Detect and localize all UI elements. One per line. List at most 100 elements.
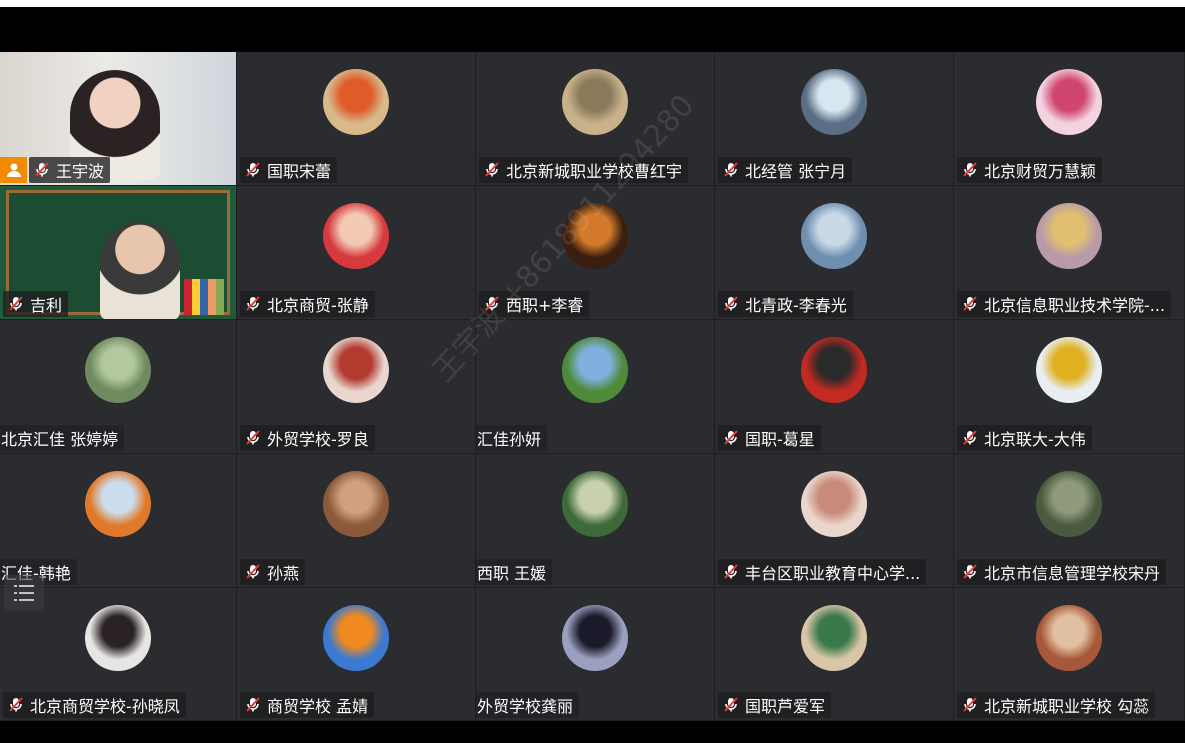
participant-name-label: 北京商贸-张静 <box>240 291 375 317</box>
participant-name-label: 国职-葛星 <box>718 425 821 451</box>
participant-tile[interactable]: 北京财贸万慧颖 <box>954 52 1185 186</box>
participant-tile[interactable]: 商贸学校 孟婧 <box>237 588 476 721</box>
participant-avatar <box>1036 605 1102 671</box>
participant-tile[interactable]: 王宇波 <box>0 52 237 186</box>
participant-avatar <box>323 471 389 537</box>
participant-name-label: 北京新城职业学校曹红宇 <box>479 157 689 183</box>
mic-muted-icon <box>485 296 499 311</box>
participant-avatar <box>323 337 389 403</box>
participant-name: 北京新城职业学校 勾蕊 <box>984 697 1150 716</box>
mic-muted-icon <box>246 697 260 712</box>
host-badge <box>0 157 27 183</box>
participant-avatar <box>323 203 389 269</box>
participant-tile[interactable]: 北京商贸-张静 <box>237 186 476 320</box>
participant-tile[interactable]: 西职 王媛 <box>476 454 715 588</box>
participant-name: 北京市信息管理学校宋丹 <box>984 564 1161 583</box>
participant-list-menu-button[interactable] <box>4 575 44 611</box>
participant-name-label: 国职芦爱军 <box>718 692 832 718</box>
participant-avatar <box>323 605 389 671</box>
participant-tile[interactable]: 外贸学校龚丽 <box>476 588 715 721</box>
participant-avatar <box>85 337 151 403</box>
participant-tile[interactable]: 丰台区职业教育中心学... <box>715 454 954 588</box>
participant-tile[interactable]: 北京汇佳 张婷婷 <box>0 320 237 454</box>
participant-name-label: 北经管 张宁月 <box>718 157 853 183</box>
participant-tile[interactable]: 汇佳孙妍 <box>476 320 715 454</box>
participant-name: 汇佳孙妍 <box>477 430 542 449</box>
participant-name-label: 北京商贸学校-孙晓凤 <box>3 692 186 718</box>
participant-avatar <box>562 605 628 671</box>
video-person <box>100 222 180 319</box>
participant-name: 西职 王媛 <box>477 564 547 583</box>
participant-name-label: 商贸学校 孟婧 <box>240 692 375 718</box>
mic-muted-icon <box>963 296 977 311</box>
participant-name-label: 孙燕 <box>240 559 306 585</box>
participant-avatar <box>801 203 867 269</box>
participant-tile[interactable]: 外贸学校-罗良 <box>237 320 476 454</box>
participant-tile[interactable]: 国职芦爱军 <box>715 588 954 721</box>
participant-name: 吉利 <box>30 296 63 315</box>
participant-tile[interactable]: 汇佳-韩艳 <box>0 454 237 588</box>
participant-tile[interactable]: 西职+李睿 <box>476 186 715 320</box>
participant-name: 孙燕 <box>267 564 300 583</box>
participant-tile[interactable]: 北京新城职业学校 勾蕊 <box>954 588 1185 721</box>
participant-tile[interactable]: 北青政-李春光 <box>715 186 954 320</box>
mic-muted-icon <box>963 564 977 579</box>
participant-avatar <box>801 69 867 135</box>
participant-name-label: 北京新城职业学校 勾蕊 <box>957 692 1156 718</box>
participant-tile[interactable]: 国职宋蕾 <box>237 52 476 186</box>
participant-name-label: 外贸学校-罗良 <box>240 425 375 451</box>
mic-muted-icon <box>485 162 499 177</box>
participant-name-label: 北青政-李春光 <box>718 291 853 317</box>
mic-muted-icon <box>246 162 260 177</box>
participant-name: 北京新城职业学校曹红宇 <box>506 162 683 181</box>
mic-muted-icon <box>963 697 977 712</box>
participant-name: 国职芦爱军 <box>745 697 826 716</box>
participant-name-label: 外贸学校龚丽 <box>476 692 580 718</box>
participant-tile[interactable]: 国职-葛星 <box>715 320 954 454</box>
participant-name: 北京信息职业技术学院-... <box>984 296 1166 315</box>
participant-name: 王宇波 <box>56 162 105 181</box>
participant-name: 北京商贸学校-孙晓凤 <box>30 697 180 716</box>
mic-muted-icon <box>724 564 738 579</box>
participant-name: 丰台区职业教育中心学... <box>745 564 921 583</box>
participant-tile[interactable]: 北京信息职业技术学院-... <box>954 186 1185 320</box>
mic-muted-icon <box>9 697 23 712</box>
mic-muted-icon <box>246 564 260 579</box>
list-icon <box>14 585 34 601</box>
participant-avatar <box>1036 471 1102 537</box>
participant-name: 外贸学校-罗良 <box>267 430 369 449</box>
participant-avatar <box>562 337 628 403</box>
mic-muted-icon <box>963 430 977 445</box>
participant-tile[interactable]: 北经管 张宁月 <box>715 52 954 186</box>
participant-name-label: 西职+李睿 <box>479 291 590 317</box>
participant-avatar <box>1036 337 1102 403</box>
participant-name: 北京汇佳 张婷婷 <box>1 430 119 449</box>
participant-avatar <box>801 471 867 537</box>
participant-name-label: 北京财贸万慧颖 <box>957 157 1103 183</box>
participant-tile[interactable]: 吉利 <box>0 186 237 320</box>
participant-avatar <box>1036 203 1102 269</box>
participant-tile[interactable]: 北京新城职业学校曹红宇 <box>476 52 715 186</box>
participant-name-label: 国职宋蕾 <box>240 157 338 183</box>
participant-name: 商贸学校 孟婧 <box>267 697 369 716</box>
participant-tile[interactable]: 北京市信息管理学校宋丹 <box>954 454 1185 588</box>
participant-tile[interactable]: 孙燕 <box>237 454 476 588</box>
participant-avatar <box>85 605 151 671</box>
participant-name-label: 西职 王媛 <box>476 559 553 585</box>
participant-name: 北经管 张宁月 <box>745 162 847 181</box>
participant-name-label: 王宇波 <box>29 157 111 183</box>
participant-name-label: 吉利 <box>3 291 69 317</box>
participant-name: 国职宋蕾 <box>267 162 332 181</box>
participant-avatar <box>562 69 628 135</box>
participant-avatar <box>562 471 628 537</box>
person-icon <box>6 163 21 177</box>
participant-avatar <box>85 471 151 537</box>
participant-avatar <box>1036 69 1102 135</box>
mic-muted-icon <box>724 697 738 712</box>
mic-muted-icon <box>724 296 738 311</box>
participant-avatar <box>562 203 628 269</box>
mic-muted-icon <box>724 162 738 177</box>
participant-name: 外贸学校龚丽 <box>477 697 574 716</box>
participant-name-label: 北京信息职业技术学院-... <box>957 291 1172 317</box>
participant-tile[interactable]: 北京联大-大伟 <box>954 320 1185 454</box>
